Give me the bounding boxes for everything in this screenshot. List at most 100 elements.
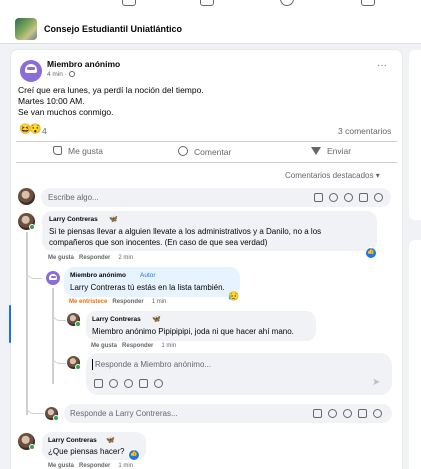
thread-line	[52, 288, 54, 384]
post-text-line: Martes 10:00 AM.	[18, 96, 85, 106]
divider	[16, 141, 397, 142]
comment-author[interactable]: Larry Contreras	[49, 216, 98, 223]
camera-icon[interactable]	[343, 409, 352, 418]
comment-time: 1 min	[161, 343, 177, 349]
thread-connector	[52, 356, 66, 364]
post-text-line: Creí que era lunes, ya perdí la noción d…	[18, 85, 204, 95]
comment-input[interactable]: Escribe algo...	[41, 188, 391, 207]
sticker-icon[interactable]	[373, 409, 382, 418]
comment-reply-link[interactable]: Responder	[112, 299, 143, 305]
emoji-icon[interactable]	[109, 379, 118, 388]
gif-icon[interactable]	[359, 193, 368, 202]
avatar-sticker-icon[interactable]	[314, 193, 323, 202]
top-fan-badge-icon: 🦋	[106, 437, 115, 444]
avatar-sticker-icon[interactable]	[94, 379, 103, 388]
comment-reply-link[interactable]: Responder	[79, 463, 110, 469]
sticker-icon[interactable]	[374, 193, 383, 202]
send-arrow-icon[interactable]: ➤	[372, 377, 380, 388]
right-panel	[409, 50, 421, 220]
thread-line	[26, 232, 28, 415]
wow-reaction-icon[interactable]: 😯	[29, 125, 41, 135]
gif-icon[interactable]	[139, 379, 148, 388]
marketplace-icon[interactable]	[122, 0, 136, 6]
comment-reply-link[interactable]: Responder	[122, 343, 153, 349]
comment-bubble: Larry Contreras 🦋 Si te piensas llevar a…	[42, 211, 377, 251]
post-options-icon[interactable]: ···	[377, 60, 387, 71]
top-fan-badge-icon: 🦋	[109, 216, 118, 223]
anonymous-avatar[interactable]	[20, 60, 42, 82]
emoji-icon[interactable]	[329, 193, 338, 202]
comment-text-line: compañeros que son inocentes. (En caso d…	[49, 238, 268, 247]
camera-icon[interactable]	[344, 193, 353, 202]
comment-author[interactable]: Larry Contreras	[92, 316, 141, 323]
top-nav-strip	[0, 0, 421, 8]
reply-input[interactable]: Responde a Larry Contreras...	[64, 404, 392, 423]
comment-like-link[interactable]: Me gusta	[48, 463, 74, 469]
reply-input[interactable]: Responde a Miembro anónimo... ➤	[86, 353, 392, 395]
comment-bubble-icon	[178, 146, 188, 156]
divider	[16, 162, 397, 163]
reaction-count[interactable]: 4	[42, 126, 47, 136]
groups-icon[interactable]	[200, 0, 214, 6]
online-status-dot	[29, 444, 35, 450]
top-fan-badge-icon: 🦋	[152, 316, 161, 323]
post-time: 4 min ·	[47, 71, 75, 78]
author-reply-bubble: Miembro anónimo Autor Larry Contreras tú…	[64, 267, 240, 297]
comment-like-link[interactable]: Me gusta	[91, 343, 117, 349]
gif-icon[interactable]	[358, 409, 367, 418]
group-name[interactable]: Consejo Estudiantil Uniatlántico	[44, 24, 182, 34]
comment-actions: Me gusta Responder 1 min	[48, 463, 133, 469]
thread-connector	[26, 405, 44, 414]
comment-time: 2 min	[118, 255, 134, 261]
sticker-icon[interactable]	[154, 379, 163, 388]
comment-actions: Me gusta Responder 1 min	[91, 343, 176, 349]
comment-time: 1 min	[151, 299, 167, 305]
comment-author[interactable]: Larry Contreras	[48, 437, 97, 444]
post-card: Miembro anónimo 4 min · ··· Creí que era…	[11, 50, 402, 469]
send-icon	[311, 147, 321, 155]
author-badge: Autor	[140, 272, 156, 279]
post-author[interactable]: Miembro anónimo	[47, 59, 120, 69]
privacy-globe-icon	[68, 71, 75, 77]
comment-sort-dropdown[interactable]: Comentarios destacados ▾	[285, 171, 380, 180]
comment-actions: Me entristece Responder 1 min	[69, 299, 166, 305]
avatar-sticker-icon[interactable]	[313, 409, 322, 418]
current-user-avatar[interactable]	[18, 188, 35, 205]
like-reaction-icon[interactable]: 👍	[128, 449, 140, 461]
camera-icon[interactable]	[124, 379, 133, 388]
thread-connector	[26, 269, 42, 279]
text-cursor	[92, 359, 93, 370]
gaming-icon[interactable]	[280, 0, 294, 6]
comment-reply-link[interactable]: Responder	[79, 255, 110, 261]
comment-author[interactable]: Miembro anónimo	[70, 272, 126, 279]
thumb-up-icon	[53, 146, 62, 155]
menu-icon[interactable]	[361, 0, 375, 6]
group-cover-thumbnail[interactable]	[15, 18, 37, 40]
group-header: Consejo Estudiantil Uniatlántico	[0, 8, 421, 44]
emoji-icon[interactable]	[328, 409, 337, 418]
comment-time: 1 min	[118, 463, 134, 469]
right-panel-lower	[409, 240, 421, 469]
comment-actions: Me gusta Responder 2 min	[48, 255, 133, 261]
comment-text-line: Miembro anónimo Pipipipipi, joda ni que …	[92, 327, 294, 336]
online-status-dot	[29, 224, 35, 230]
comment-bubble: Larry Contreras 🦋 Miembro anónimo Pipipi…	[86, 311, 316, 341]
online-status-dot	[53, 415, 59, 421]
anonymous-avatar[interactable]	[46, 271, 60, 285]
comment-text-line: Larry Contreras tú estás en la lista tam…	[70, 283, 225, 292]
chevron-down-icon: ▾	[375, 171, 380, 180]
thread-connector	[52, 313, 66, 321]
comment-button[interactable]: Comentar	[178, 146, 231, 157]
online-status-dot	[75, 321, 81, 327]
like-reaction-icon[interactable]: 👍	[365, 247, 377, 259]
sad-reaction-icon[interactable]: 😥	[228, 291, 239, 301]
comment-text-line: ¿Que piensas hacer?	[48, 447, 125, 456]
post-text-line: Se van muchos conmigo.	[18, 107, 114, 117]
online-status-dot	[75, 364, 81, 370]
comment-reaction-link[interactable]: Me entristece	[69, 299, 107, 305]
send-button[interactable]: Enviar	[311, 146, 351, 156]
comment-like-link[interactable]: Me gusta	[48, 255, 74, 261]
comment-text-line: Si te piensas llevar a alguien llevate a…	[49, 227, 322, 236]
comments-count[interactable]: 3 comentarios	[338, 126, 391, 136]
like-button[interactable]: Me gusta	[53, 146, 103, 156]
